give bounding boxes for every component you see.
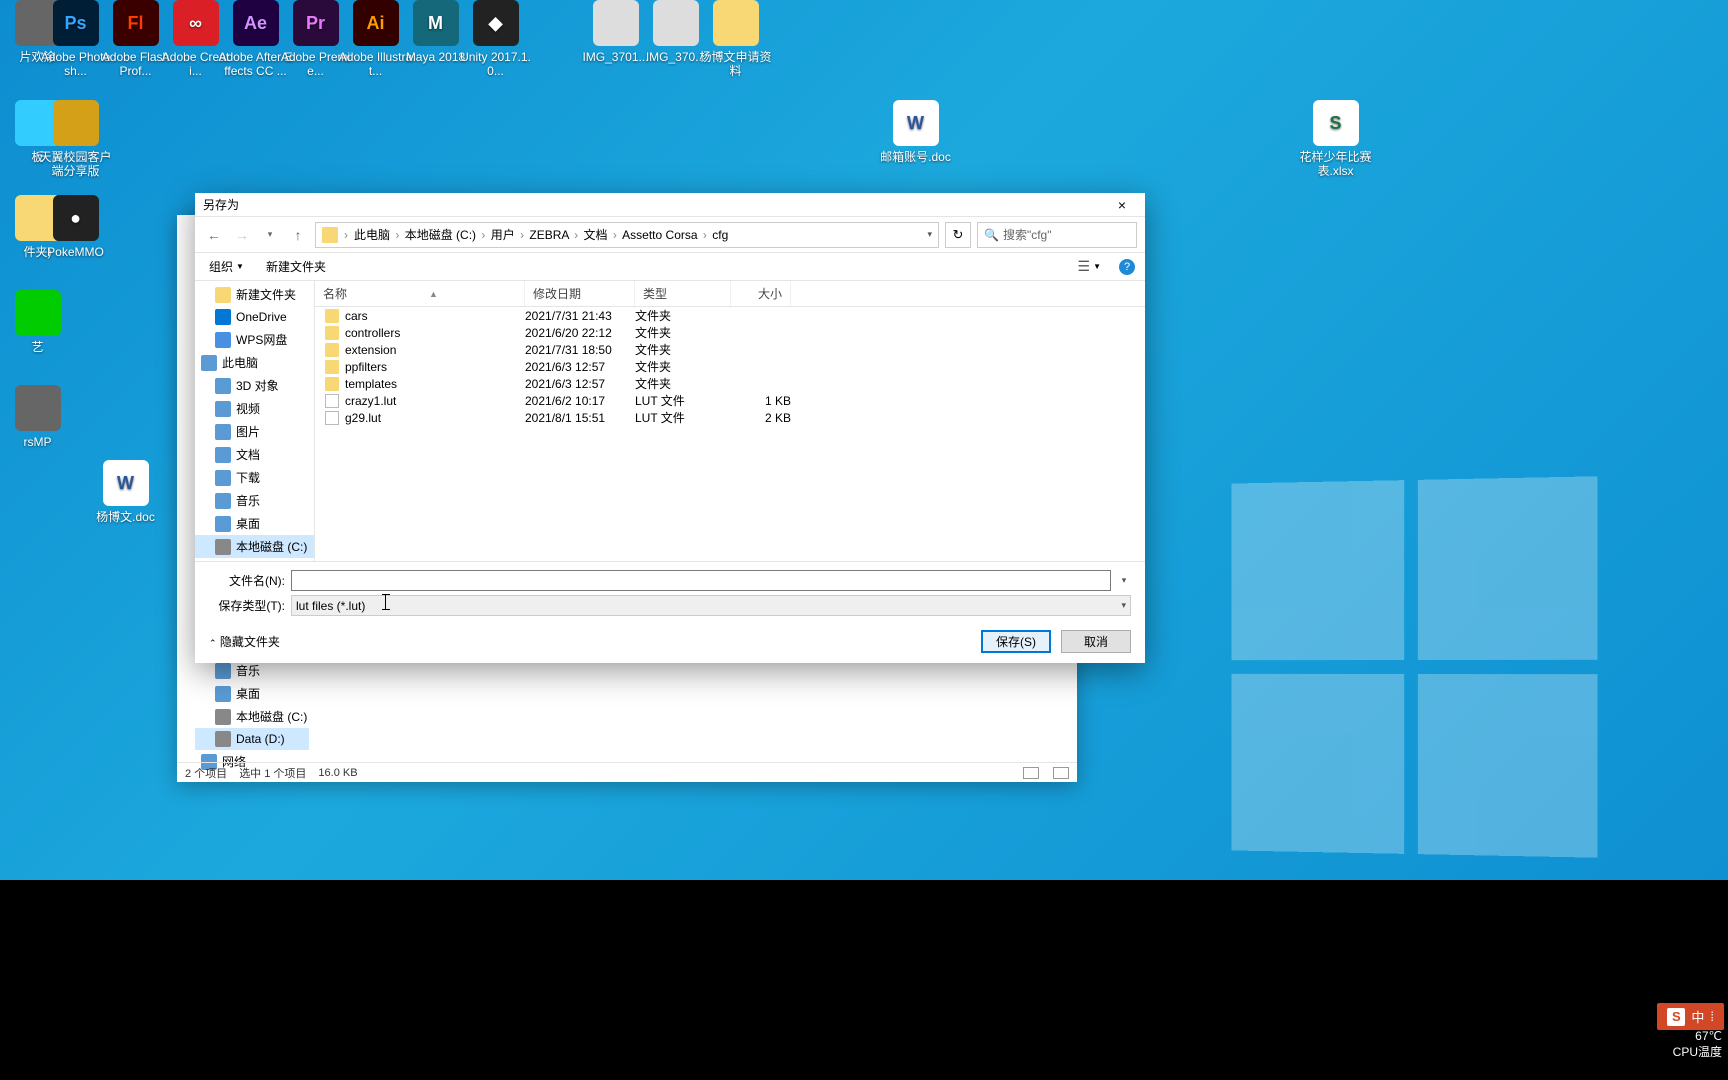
desktop-icon[interactable]: 杨博文申请资料 [698,0,773,79]
folder-icon [325,326,339,340]
desktop-icon[interactable]: W杨博文.doc [88,460,163,524]
desktop-icon[interactable]: S花样少年比赛表.xlsx [1298,100,1373,179]
desktop-icon[interactable]: 天翼校园客户端分享版 [38,100,113,179]
sidebar-item[interactable]: 文档 [195,443,314,466]
sidebar-item[interactable]: 图片 [195,420,314,443]
breadcrumb-item[interactable]: 用户 [491,228,515,242]
sidebar-item[interactable]: OneDrive [195,306,314,328]
desktop-icon[interactable]: ●PokeMMO [38,195,113,259]
toolbar: 组织▼ 新建文件夹 ☰▼ ? [195,253,1145,281]
search-icon: 🔍 [984,228,999,242]
sidebar-item[interactable]: 下载 [195,466,314,489]
file-row[interactable]: extension 2021/7/31 18:50 文件夹 [315,341,1145,358]
sidebar-item[interactable]: 桌面 [195,682,309,705]
sidebar-item[interactable]: Data (D:) [195,728,309,750]
refresh-button[interactable]: ↻ [945,222,971,248]
sidebar-item[interactable]: 音乐 [195,489,314,512]
ime-mode: 中 [1691,1007,1704,1026]
breadcrumb-item[interactable]: 文档 [583,228,607,242]
back-button[interactable]: ← [203,224,225,246]
status-selected: 选中 1 个项目 [239,765,306,781]
sort-asc-icon: ▲ [429,289,438,299]
filename-dropdown-icon[interactable]: ▾ [1117,575,1131,586]
column-type[interactable]: 类型 [635,281,731,306]
breadcrumb-item[interactable]: Assetto Corsa [622,228,697,242]
folder-icon [325,360,339,374]
view-details-icon[interactable] [1023,767,1039,779]
sidebar-item[interactable]: 3D 对象 [195,374,314,397]
view-thumb-icon[interactable] [1053,767,1069,779]
help-icon[interactable]: ? [1119,259,1135,275]
ime-more-icon: ⁞ [1710,1009,1714,1024]
desktop-icon[interactable]: W邮箱账号.doc [878,100,953,164]
column-name[interactable]: 名称 ▲ [315,281,525,306]
file-icon [325,411,339,425]
dialog-title: 另存为 [203,196,1107,213]
savetype-label: 保存类型(T): [209,597,285,614]
column-size[interactable]: 大小 [731,281,791,306]
cancel-button[interactable]: 取消 [1061,630,1131,653]
sidebar-item[interactable]: WPS网盘 [195,328,314,351]
breadcrumb-item[interactable]: 此电脑 [354,228,390,242]
organize-button[interactable]: 组织▼ [205,255,248,278]
breadcrumb-item[interactable]: cfg [712,228,728,242]
file-list: 名称 ▲ 修改日期 类型 大小 cars 2021/7/31 21:43 文件夹… [315,281,1145,561]
text-cursor [385,594,387,610]
sidebar-item[interactable]: 本地磁盘 (C:) [195,705,309,728]
save-button[interactable]: 保存(S) [981,630,1051,653]
column-headers: 名称 ▲ 修改日期 类型 大小 [315,281,1145,307]
breadcrumb-item[interactable]: ZEBRA [529,228,568,242]
search-placeholder: 搜索"cfg" [1003,226,1052,243]
close-button[interactable]: × [1107,195,1137,215]
file-row[interactable]: controllers 2021/6/20 22:12 文件夹 [315,324,1145,341]
desktop-icon[interactable]: 艺 [0,290,75,354]
new-folder-button[interactable]: 新建文件夹 [262,255,330,278]
save-as-dialog: 另存为 × ← → ▾ ↑ › 此电脑 › 本地磁盘 (C:) › 用户 › Z… [195,193,1145,663]
file-row[interactable]: cars 2021/7/31 21:43 文件夹 [315,307,1145,324]
sogou-icon: S [1667,1008,1685,1026]
view-button[interactable]: ☰▼ [1074,255,1105,278]
file-row[interactable]: g29.lut 2021/8/1 15:51 LUT 文件 2 KB [315,409,1145,426]
filename-label: 文件名(N): [209,572,285,589]
desktop-icon[interactable]: rsMP [0,385,75,449]
breadcrumb-item[interactable]: 本地磁盘 (C:) [405,228,476,242]
status-item-count: 2 个项目 [185,765,227,781]
recent-dropdown[interactable]: ▾ [259,224,281,246]
ime-tray[interactable]: S 中 ⁞ [1657,1003,1724,1030]
dialog-titlebar[interactable]: 另存为 × [195,193,1145,217]
filename-input[interactable] [291,570,1111,591]
sidebar: 新建文件夹OneDriveWPS网盘此电脑3D 对象视频图片文档下载音乐桌面本地… [195,281,315,561]
up-button[interactable]: ↑ [287,224,309,246]
sidebar-item[interactable]: 视频 [195,397,314,420]
folder-icon [325,377,339,391]
file-row[interactable]: ppfilters 2021/6/3 12:57 文件夹 [315,358,1145,375]
desktop-icon[interactable]: ◆Unity 2017.1.0... [458,0,533,79]
savetype-select[interactable]: lut files (*.lut) ▾ [291,595,1131,616]
file-row[interactable]: crazy1.lut 2021/6/2 10:17 LUT 文件 1 KB [315,392,1145,409]
forward-button[interactable]: → [231,224,253,246]
folder-icon [325,309,339,323]
column-date[interactable]: 修改日期 [525,281,635,306]
status-bar: 2 个项目 选中 1 个项目 16.0 KB [177,762,1077,782]
sidebar-item[interactable]: 新建文件夹 [195,283,314,306]
sidebar-item[interactable]: 本地磁盘 (C:) [195,535,314,558]
navigation-row: ← → ▾ ↑ › 此电脑 › 本地磁盘 (C:) › 用户 › ZEBRA ›… [195,217,1145,253]
cpu-temp: 67℃ CPU温度 [1673,1029,1722,1060]
hide-folders-toggle[interactable]: ⌃ 隐藏文件夹 [209,633,280,650]
folder-icon [322,227,338,243]
status-size: 16.0 KB [318,767,357,779]
file-row[interactable]: templates 2021/6/3 12:57 文件夹 [315,375,1145,392]
address-bar[interactable]: › 此电脑 › 本地磁盘 (C:) › 用户 › ZEBRA › 文档 › As… [315,222,939,248]
folder-icon [325,343,339,357]
sidebar-item[interactable]: 桌面 [195,512,314,535]
file-icon [325,394,339,408]
search-box[interactable]: 🔍 搜索"cfg" [977,222,1137,248]
sidebar-item[interactable]: 此电脑 [195,351,314,374]
